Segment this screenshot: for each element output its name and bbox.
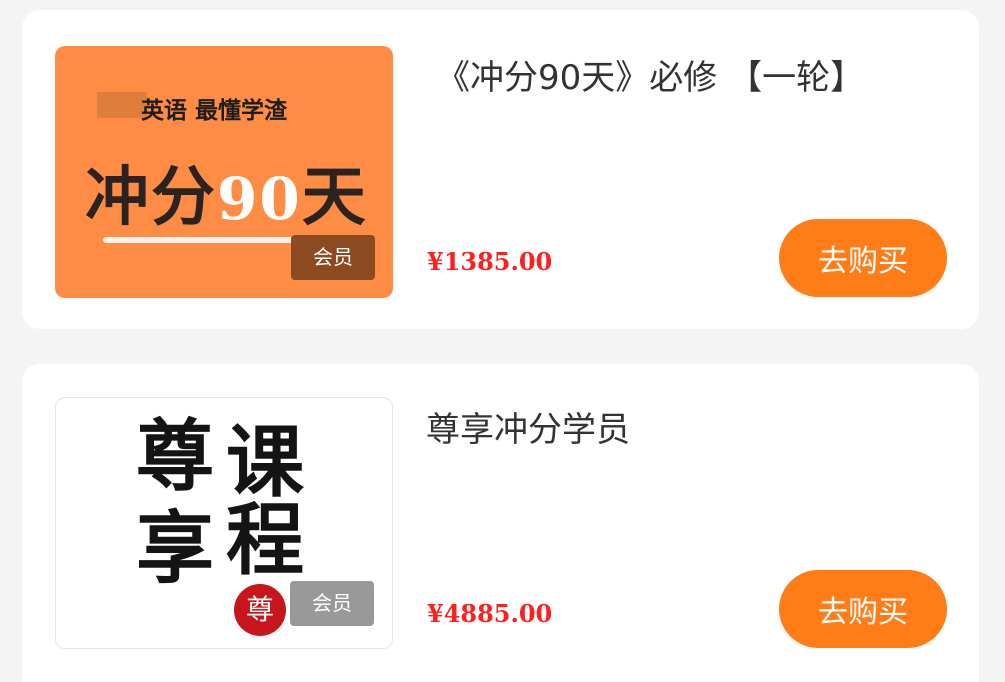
product-price: ¥1385.00 (427, 247, 553, 276)
buy-button[interactable]: 去购买 (779, 219, 947, 297)
thumbnail-headline-a: 冲分 (85, 160, 217, 235)
product-title[interactable]: 尊享冲分学员 (426, 402, 630, 451)
calligraphy-char: 程 (226, 495, 305, 586)
red-seal-stamp: 尊 (234, 584, 286, 636)
product-card[interactable]: 英语 最懂学渣 冲分90天 会员 《冲分90天》必修 【一轮】 ¥1385.00… (22, 10, 979, 329)
thumbnail-headline: 冲分90天 (85, 146, 368, 238)
product-thumbnail[interactable]: 英语 最懂学渣 冲分90天 会员 (55, 46, 393, 298)
thumbnail-headline-b: 天 (301, 160, 368, 235)
thumbnail-headline-number: 90 (217, 165, 302, 233)
product-price: ¥4885.00 (427, 599, 553, 628)
thumbnail-subtitle: 英语 最懂学渣 (141, 97, 288, 124)
blurred-logo (97, 92, 147, 118)
calligraphy-char: 享 (136, 503, 215, 594)
member-badge: 会员 (290, 581, 374, 626)
buy-button[interactable]: 去购买 (779, 570, 947, 648)
calligraphy-char: 尊 (136, 411, 215, 502)
product-card[interactable]: 尊 课 享 程 尊 会员 尊享冲分学员 ¥4885.00 去购买 (22, 364, 979, 682)
calligraphy-char: 课 (226, 417, 305, 508)
product-thumbnail[interactable]: 尊 课 享 程 尊 会员 (55, 397, 393, 649)
member-badge: 会员 (291, 235, 375, 280)
product-title[interactable]: 《冲分90天》必修 【一轮】 (436, 50, 864, 99)
